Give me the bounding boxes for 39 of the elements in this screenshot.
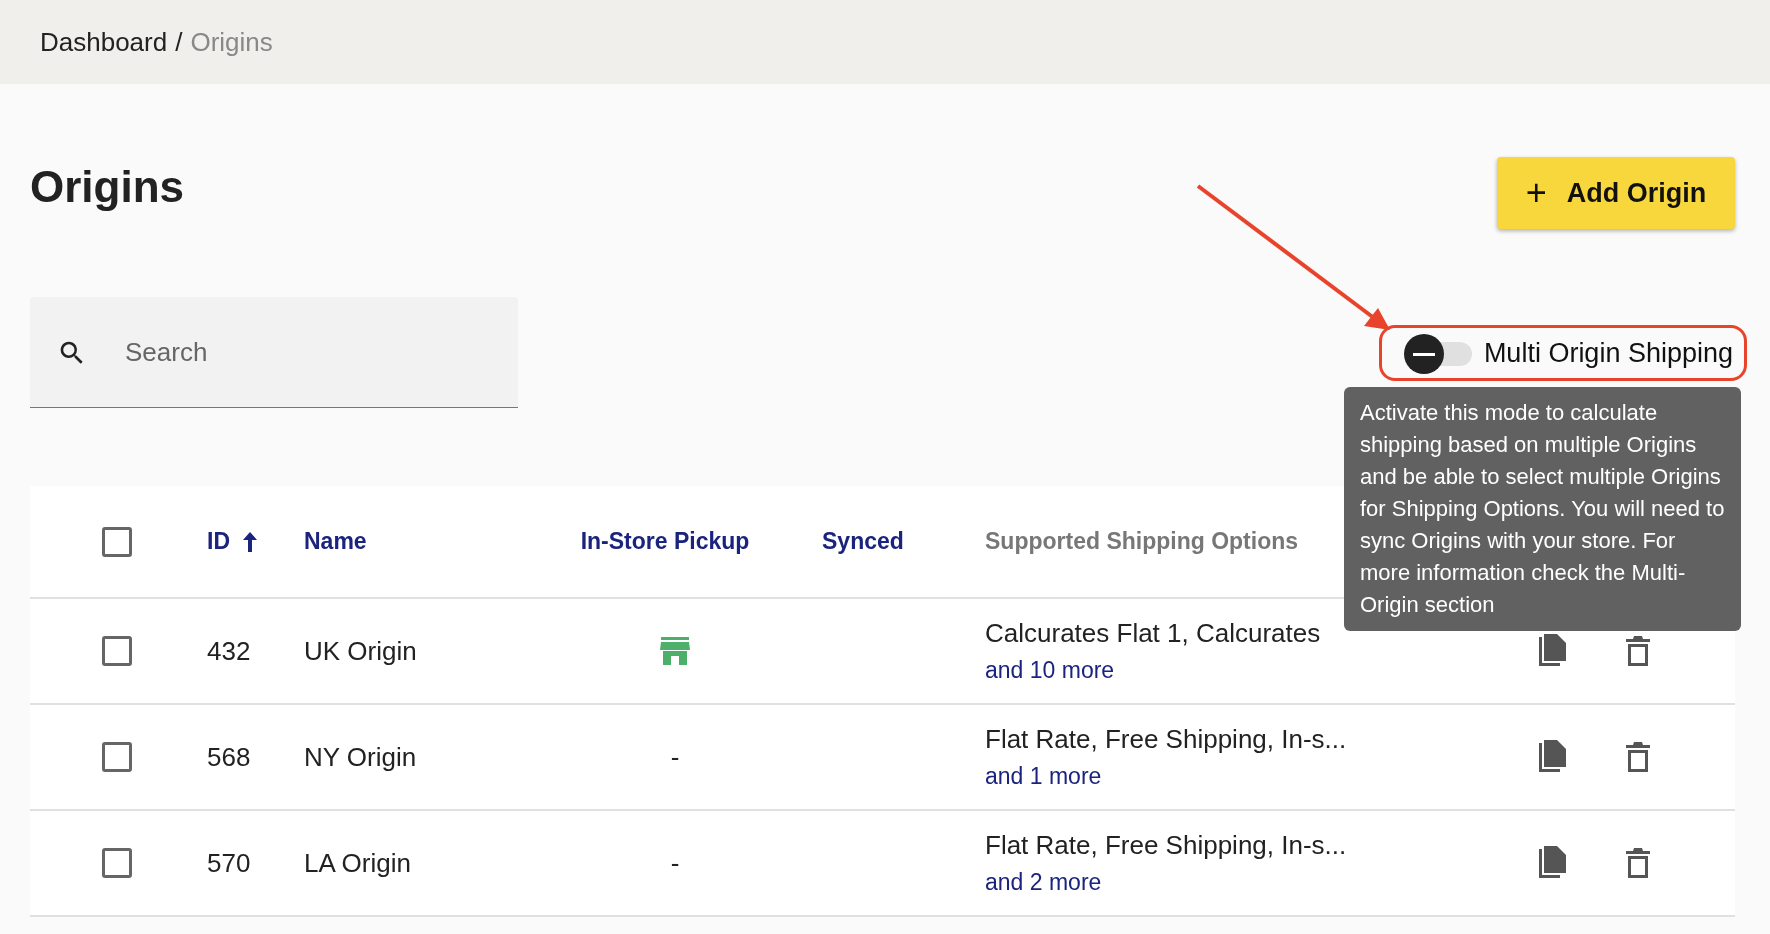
table-cell: - [670, 847, 680, 879]
column-header: Supported Shipping Options [985, 528, 1298, 555]
breadcrumb-item: Origins [190, 26, 273, 58]
copy-icon[interactable] [1538, 740, 1568, 774]
table-cell: LA Origin [304, 847, 411, 879]
table-cell: 570 [207, 847, 251, 879]
shipping-options-text: Flat Rate, Free Shipping, In-s... [985, 724, 1347, 755]
delete-icon[interactable] [1626, 742, 1650, 772]
row-checkbox[interactable] [102, 742, 132, 772]
toggle-label: Multi Origin Shipping [1483, 337, 1733, 369]
more-link[interactable]: and 2 more [985, 869, 1102, 896]
copy-icon[interactable] [1538, 634, 1568, 668]
column-header[interactable]: Synced [822, 528, 904, 555]
select-all-checkbox[interactable] [102, 526, 132, 557]
column-header[interactable]: ID [207, 528, 230, 555]
copy-icon[interactable] [1538, 846, 1568, 880]
toggle-switch[interactable] [1403, 332, 1474, 374]
page-title: Origins [30, 162, 185, 212]
more-link[interactable]: and 10 more [985, 657, 1115, 684]
store-icon [659, 637, 691, 665]
table-cell: NY Origin [304, 741, 417, 773]
search-field[interactable]: Search [30, 297, 518, 408]
column-header[interactable]: In-Store Pickup [580, 528, 750, 555]
delete-icon[interactable] [1626, 636, 1650, 666]
more-link[interactable]: and 1 more [985, 763, 1102, 790]
shipping-options-text: Calcurates Flat 1, Calcurates [985, 618, 1321, 649]
breadcrumb-separator: / [175, 26, 183, 58]
table-cell: - [670, 741, 680, 773]
row-checkbox[interactable] [102, 848, 132, 878]
column-header[interactable]: Name [304, 528, 367, 555]
tooltip: Activate this mode to calculate shipping based on multiple Origins and be able to select multiple Origins for Shipping Options. You will need to sync Origins with your store. For more information check the Multi-Origin section [1344, 387, 1741, 631]
table-cell: 432 [207, 635, 251, 667]
delete-icon[interactable] [1626, 848, 1650, 878]
shipping-options-text: Flat Rate, Free Shipping, In-s... [985, 830, 1347, 861]
breadcrumb-item[interactable]: Dashboard [40, 26, 168, 58]
add-origin-button[interactable]: + Add Origin [1497, 157, 1735, 229]
row-checkbox[interactable] [102, 636, 132, 666]
table-cell: UK Origin [304, 635, 417, 667]
table-cell: 568 [207, 741, 251, 773]
